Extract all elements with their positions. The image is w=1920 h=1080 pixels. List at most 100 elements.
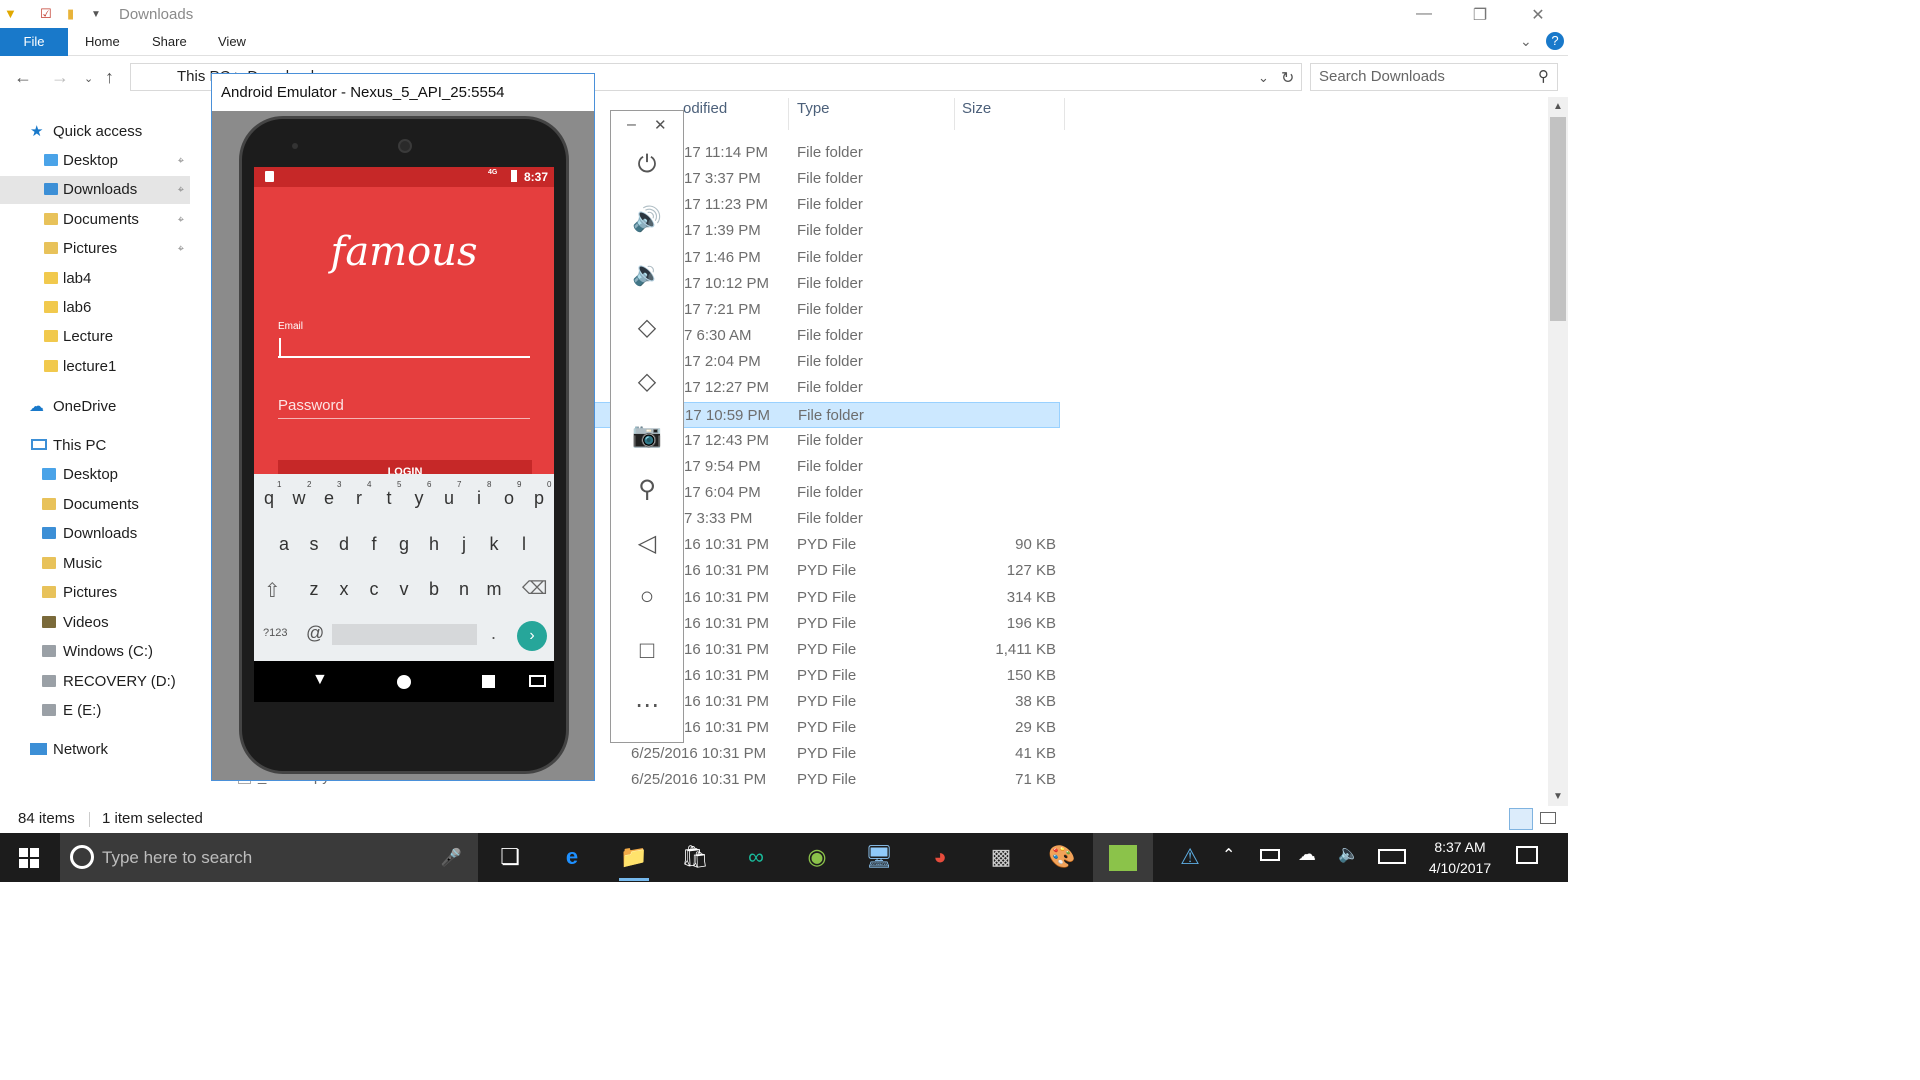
- taskbar-date[interactable]: 4/10/2017: [1420, 860, 1500, 876]
- recent-locations-icon[interactable]: ⌄: [84, 72, 93, 85]
- properties-icon[interactable]: ☑: [40, 6, 52, 22]
- key-f[interactable]: f: [359, 534, 389, 555]
- large-icons-view-icon[interactable]: [1540, 812, 1556, 824]
- sidebar-item-pc-music[interactable]: Music: [0, 550, 190, 578]
- power-icon[interactable]: ⏻: [611, 151, 683, 179]
- rotate-left-icon[interactable]: ◇: [611, 313, 683, 342]
- column-divider[interactable]: [788, 98, 789, 130]
- tab-home[interactable]: Home: [85, 28, 120, 56]
- table-row[interactable]: 6/25/2016 10:31 PM PYD File 41 KB: [594, 741, 1060, 767]
- help-icon[interactable]: ?: [1546, 32, 1564, 50]
- key-j[interactable]: j: [449, 534, 479, 555]
- new-folder-icon[interactable]: ▮: [67, 6, 74, 22]
- key-q[interactable]: q: [254, 488, 284, 509]
- key-b[interactable]: b: [419, 579, 449, 600]
- taskbar-clock[interactable]: 8:37 AM: [1420, 839, 1500, 855]
- overview-icon[interactable]: □: [611, 637, 683, 665]
- paint-icon[interactable]: 🎨: [1047, 842, 1077, 872]
- sidebar-item-lab4[interactable]: lab4: [0, 265, 190, 293]
- nav-home-icon[interactable]: [397, 675, 411, 689]
- scroll-up-icon[interactable]: ▲: [1553, 101, 1563, 112]
- emulator-title[interactable]: Android Emulator - Nexus_5_API_25:5554: [212, 74, 594, 111]
- pin-icon[interactable]: ⌖: [178, 235, 184, 263]
- key-z[interactable]: z: [299, 579, 329, 600]
- android-studio-icon[interactable]: ◉: [802, 842, 832, 872]
- key-w[interactable]: w: [284, 488, 314, 509]
- android-emulator-window[interactable]: Android Emulator - Nexus_5_API_25:5554 4…: [211, 73, 595, 781]
- tab-file[interactable]: File: [0, 28, 68, 56]
- chrome-icon[interactable]: ◕: [925, 842, 955, 872]
- windows-start-icon[interactable]: [19, 848, 39, 868]
- forward-arrow-icon[interactable]: →: [51, 67, 69, 88]
- column-header-date-modified[interactable]: odified: [683, 100, 727, 130]
- sidebar-item-lecture[interactable]: Lecture: [0, 323, 190, 351]
- key-o[interactable]: o: [494, 488, 524, 509]
- at-key[interactable]: @: [306, 623, 324, 644]
- vertical-scrollbar[interactable]: ▲ ▼: [1548, 97, 1568, 806]
- sidebar-item-downloads[interactable]: Downloads ⌖: [0, 176, 190, 205]
- show-hidden-icons-icon[interactable]: ⌃: [1222, 845, 1235, 865]
- rotate-right-icon[interactable]: ◇: [611, 367, 683, 396]
- sidebar-item-pc-pictures[interactable]: Pictures: [0, 579, 190, 607]
- microphone-icon[interactable]: 🎤: [441, 833, 462, 882]
- key-v[interactable]: v: [389, 579, 419, 600]
- key-u[interactable]: u: [434, 488, 464, 509]
- key-h[interactable]: h: [419, 534, 449, 555]
- phone-screen[interactable]: 4G 8:37 famous Email Password LOGIN q1w2…: [254, 167, 554, 702]
- tab-view[interactable]: View: [218, 28, 246, 56]
- space-bar[interactable]: [332, 624, 477, 645]
- period-key[interactable]: .: [491, 623, 496, 644]
- nav-onedrive[interactable]: ☁ OneDrive: [0, 393, 190, 421]
- pin-icon[interactable]: ⌖: [178, 176, 184, 204]
- details-view-icon[interactable]: [1509, 808, 1533, 830]
- key-k[interactable]: k: [479, 534, 509, 555]
- key-g[interactable]: g: [389, 534, 419, 555]
- sidebar-item-documents[interactable]: Documents ⌖: [0, 206, 190, 234]
- nav-back-icon[interactable]: ▼: [312, 671, 328, 689]
- up-arrow-icon[interactable]: ↑: [105, 67, 114, 88]
- key-s[interactable]: s: [299, 534, 329, 555]
- touch-keyboard-icon[interactable]: [1378, 849, 1406, 864]
- edge-icon[interactable]: e: [557, 842, 587, 872]
- action-center-icon[interactable]: [1516, 846, 1538, 864]
- password-field[interactable]: Password: [278, 397, 530, 419]
- email-field[interactable]: [278, 336, 530, 358]
- minimize-icon[interactable]: —: [1414, 5, 1434, 23]
- key-i[interactable]: i: [464, 488, 494, 509]
- minimize-icon[interactable]: –: [627, 116, 636, 134]
- store-icon[interactable]: 🛍: [680, 842, 710, 872]
- keyboard-switch-icon[interactable]: [529, 675, 546, 687]
- key-t[interactable]: t: [374, 488, 404, 509]
- nav-this-pc[interactable]: This PC: [0, 432, 190, 460]
- onedrive-tray-icon[interactable]: ☁: [1298, 844, 1316, 865]
- volume-down-icon[interactable]: 🔉: [611, 259, 683, 288]
- back-arrow-icon[interactable]: ←: [14, 67, 32, 88]
- address-dropdown-icon[interactable]: ⌄: [1258, 70, 1269, 86]
- symbols-key[interactable]: ?123: [263, 627, 287, 639]
- task-view-icon[interactable]: ❏: [495, 842, 525, 872]
- camera-icon[interactable]: 📷: [611, 421, 683, 450]
- shift-key-icon[interactable]: ⇧: [264, 578, 281, 603]
- tab-share[interactable]: Share: [152, 28, 187, 56]
- back-icon[interactable]: ◁: [611, 529, 683, 558]
- column-divider[interactable]: [954, 98, 955, 130]
- sidebar-item-pc-downloads[interactable]: Downloads: [0, 520, 190, 548]
- battery-tray-icon[interactable]: [1260, 849, 1280, 861]
- search-input[interactable]: Search Downloads ⚲: [1310, 63, 1558, 91]
- restore-icon[interactable]: ❐: [1470, 5, 1490, 25]
- scrollbar-thumb[interactable]: [1550, 117, 1566, 321]
- key-p[interactable]: p: [524, 488, 554, 509]
- column-header-size[interactable]: Size: [962, 100, 991, 130]
- pin-icon[interactable]: ⌖: [178, 147, 184, 175]
- close-icon[interactable]: ✕: [1528, 5, 1548, 25]
- close-icon[interactable]: ✕: [654, 116, 667, 134]
- taskbar-search[interactable]: Type here to search 🎤: [60, 833, 478, 882]
- arduino-icon[interactable]: ∞: [741, 842, 771, 872]
- sidebar-item-pc-documents[interactable]: Documents: [0, 491, 190, 519]
- sidebar-item-pc-recovery-d[interactable]: RECOVERY (D:): [0, 668, 190, 696]
- chevron-down-icon[interactable]: ⌄: [1520, 33, 1532, 50]
- home-icon[interactable]: ○: [611, 583, 683, 611]
- command-prompt-icon[interactable]: ▩: [986, 842, 1016, 872]
- key-y[interactable]: y: [404, 488, 434, 509]
- scroll-down-icon[interactable]: ▼: [1553, 791, 1563, 802]
